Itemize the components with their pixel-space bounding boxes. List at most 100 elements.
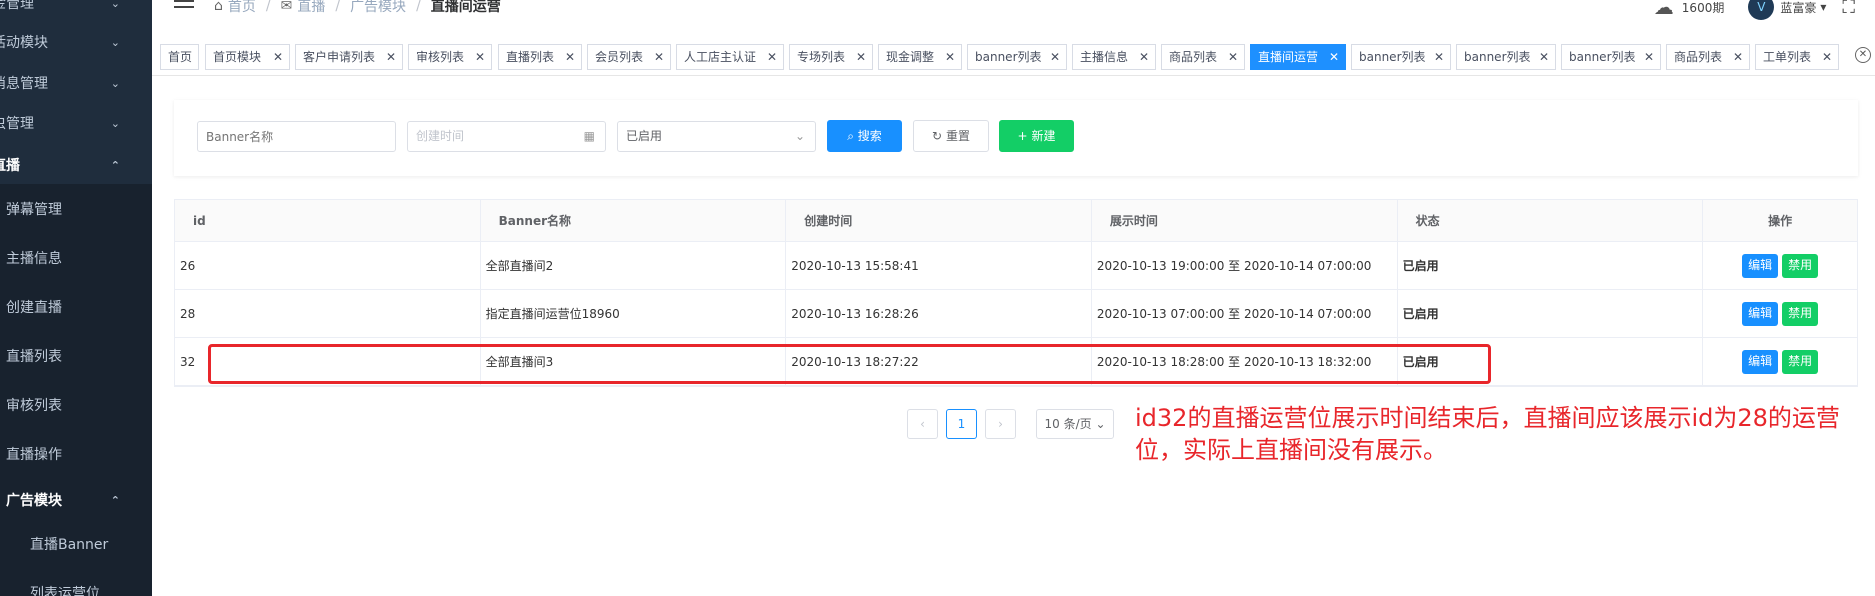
disable-button[interactable]: 禁用: [1782, 349, 1819, 374]
tag-label: banner列表: [1569, 50, 1636, 64]
sidebar-item-anchor-info[interactable]: 主播信息: [0, 239, 152, 279]
chevron-down-icon: ⌄: [110, 0, 120, 10]
new-button[interactable]: + 新建: [999, 120, 1074, 152]
tag-9[interactable]: banner列表 ✕: [967, 44, 1067, 70]
sidebar-item-ad-module[interactable]: 广告模块 ⌃: [0, 481, 152, 521]
username[interactable]: 蓝富豪: [1780, 0, 1816, 16]
sidebar-item-label: 弹幕管理: [6, 202, 62, 218]
tag-label: 直播间运营: [1258, 50, 1319, 64]
breadcrumb-item[interactable]: 首页: [228, 0, 256, 16]
sidebar-item-fund[interactable]: 金管理 ⌄: [0, 0, 152, 24]
tag-13[interactable]: banner列表 ✕: [1351, 44, 1451, 70]
close-icon[interactable]: ✕: [1329, 45, 1339, 69]
tag-6[interactable]: 人工店主认证 ✕: [676, 44, 784, 70]
close-icon[interactable]: ✕: [273, 45, 283, 69]
disable-button[interactable]: 禁用: [1782, 301, 1819, 326]
chevron-down-icon: ⌄: [110, 77, 120, 90]
edit-button[interactable]: 编辑: [1742, 301, 1779, 326]
header-status: 状态: [1398, 200, 1704, 241]
cell-created: 2020-10-13 15:58:41: [786, 242, 1092, 289]
cell-id: 28: [175, 290, 481, 337]
tag-12-active[interactable]: 直播间运营 ✕: [1250, 44, 1346, 70]
tag-14[interactable]: banner列表 ✕: [1456, 44, 1556, 70]
close-icon[interactable]: ✕: [475, 45, 485, 69]
fullscreen-icon[interactable]: ⛶: [1842, 0, 1855, 18]
sidebar-item-live-ops[interactable]: 直播操作: [0, 435, 152, 475]
close-icon[interactable]: ✕: [565, 45, 575, 69]
tag-0[interactable]: 首页: [160, 44, 199, 70]
next-page-button[interactable]: ›: [985, 409, 1016, 439]
cloud-download-icon[interactable]: ☁: [1654, 0, 1674, 19]
cell-status: 已启用: [1398, 338, 1704, 385]
close-icon[interactable]: ✕: [1644, 45, 1654, 69]
close-icon[interactable]: ✕: [1228, 45, 1238, 69]
page-size-select[interactable]: 10 条/页 ⌄: [1036, 409, 1114, 439]
tag-15[interactable]: banner列表 ✕: [1561, 44, 1661, 70]
download-count: 1600期: [1681, 0, 1725, 15]
close-icon[interactable]: ✕: [1434, 45, 1444, 69]
close-icon[interactable]: ✕: [767, 45, 777, 69]
banner-name-input[interactable]: [197, 121, 396, 152]
tag-4[interactable]: 直播列表 ✕: [498, 44, 582, 70]
cell-created: 2020-10-13 16:28:26: [786, 290, 1092, 337]
close-icon[interactable]: ✕: [654, 45, 664, 69]
close-icon[interactable]: ✕: [1050, 45, 1060, 69]
search-button[interactable]: ⌕ 搜索: [827, 120, 902, 152]
created-time-picker[interactable]: 创建时间 ▦: [407, 121, 606, 152]
sidebar-item-activity[interactable]: 活动模块 ⌄: [0, 23, 152, 63]
tag-label: 会员列表: [595, 50, 644, 64]
close-icon[interactable]: ✕: [1822, 45, 1832, 69]
tag-1[interactable]: 首页模块 ✕: [205, 44, 290, 70]
close-all-tags-icon[interactable]: ✕: [1855, 47, 1871, 63]
disable-button[interactable]: 禁用: [1782, 253, 1819, 278]
close-icon[interactable]: ✕: [945, 45, 955, 69]
tags-view: 首页 首页模块 ✕ 客户申请列表 ✕ 审核列表 ✕ 直播列表 ✕ 会员列表 ✕ 人工店主认…: [152, 38, 1875, 76]
close-icon[interactable]: ✕: [1139, 45, 1149, 69]
edit-button[interactable]: 编辑: [1742, 349, 1779, 374]
close-icon[interactable]: ✕: [1733, 45, 1743, 69]
tag-11[interactable]: 商品列表 ✕: [1161, 44, 1245, 70]
hamburger-icon[interactable]: [174, 0, 194, 14]
sidebar-item-live[interactable]: 直播 ⌃: [0, 146, 152, 186]
cell-created: 2020-10-13 18:27:22: [786, 338, 1092, 385]
sidebar-item-message[interactable]: 消息管理 ⌄: [0, 64, 152, 104]
home-icon: ⌂: [214, 0, 223, 14]
page-1-button[interactable]: 1: [946, 409, 977, 439]
sidebar-item-list-ops[interactable]: 列表运营位: [0, 574, 152, 596]
sidebar-item-label: 列表运营位: [30, 586, 100, 596]
banner-table: id Banner名称 创建时间 展示时间 状态 操作 26 全部直播间2 20…: [174, 199, 1858, 387]
tag-5[interactable]: 会员列表 ✕: [587, 44, 671, 70]
status-select[interactable]: 已启用 ⌄: [617, 121, 816, 152]
breadcrumb-item[interactable]: 广告模块: [350, 0, 406, 16]
cell-status: 已启用: [1398, 242, 1704, 289]
chevron-up-icon: ⌃: [110, 159, 120, 172]
tag-8[interactable]: 现金调整 ✕: [878, 44, 962, 70]
tag-3[interactable]: 审核列表 ✕: [408, 44, 492, 70]
caret-down-icon[interactable]: ▾: [1820, 0, 1826, 14]
prev-page-button[interactable]: ‹: [907, 409, 938, 439]
tag-17[interactable]: 工单列表 ✕: [1755, 44, 1839, 70]
sidebar-item-live-banner[interactable]: 直播Banner: [0, 525, 152, 565]
avatar[interactable]: V: [1748, 0, 1775, 20]
breadcrumb-item[interactable]: 直播: [297, 0, 325, 16]
close-icon[interactable]: ✕: [1539, 45, 1549, 69]
tag-label: 首页模块: [213, 50, 262, 64]
sidebar-item-danmaku[interactable]: 弹幕管理: [0, 190, 152, 230]
sidebar-item-live-list[interactable]: 直播列表: [0, 337, 152, 377]
search-panel: 创建时间 ▦ 已启用 ⌄ ⌕ 搜索 ↻ 重置 + 新建: [174, 100, 1858, 176]
sidebar-item-bug[interactable]: 虫管理 ⌄: [0, 104, 152, 144]
tag-10[interactable]: 主播信息 ✕: [1072, 44, 1156, 70]
header-actions: 操作: [1768, 214, 1793, 228]
tag-2[interactable]: 客户申请列表 ✕: [295, 44, 403, 70]
sidebar-item-create-live[interactable]: 创建直播: [0, 288, 152, 328]
close-icon[interactable]: ✕: [856, 45, 866, 69]
edit-button[interactable]: 编辑: [1742, 253, 1779, 278]
sidebar-item-label: 消息管理: [0, 76, 48, 92]
reset-button[interactable]: ↻ 重置: [913, 120, 989, 152]
sidebar-item-audit-list[interactable]: 审核列表: [0, 386, 152, 426]
tag-7[interactable]: 专场列表 ✕: [789, 44, 873, 70]
sidebar-item-label: 直播列表: [6, 349, 62, 365]
chevron-up-icon: ⌃: [110, 494, 120, 507]
tag-16[interactable]: 商品列表 ✕: [1666, 44, 1750, 70]
close-icon[interactable]: ✕: [386, 45, 396, 69]
